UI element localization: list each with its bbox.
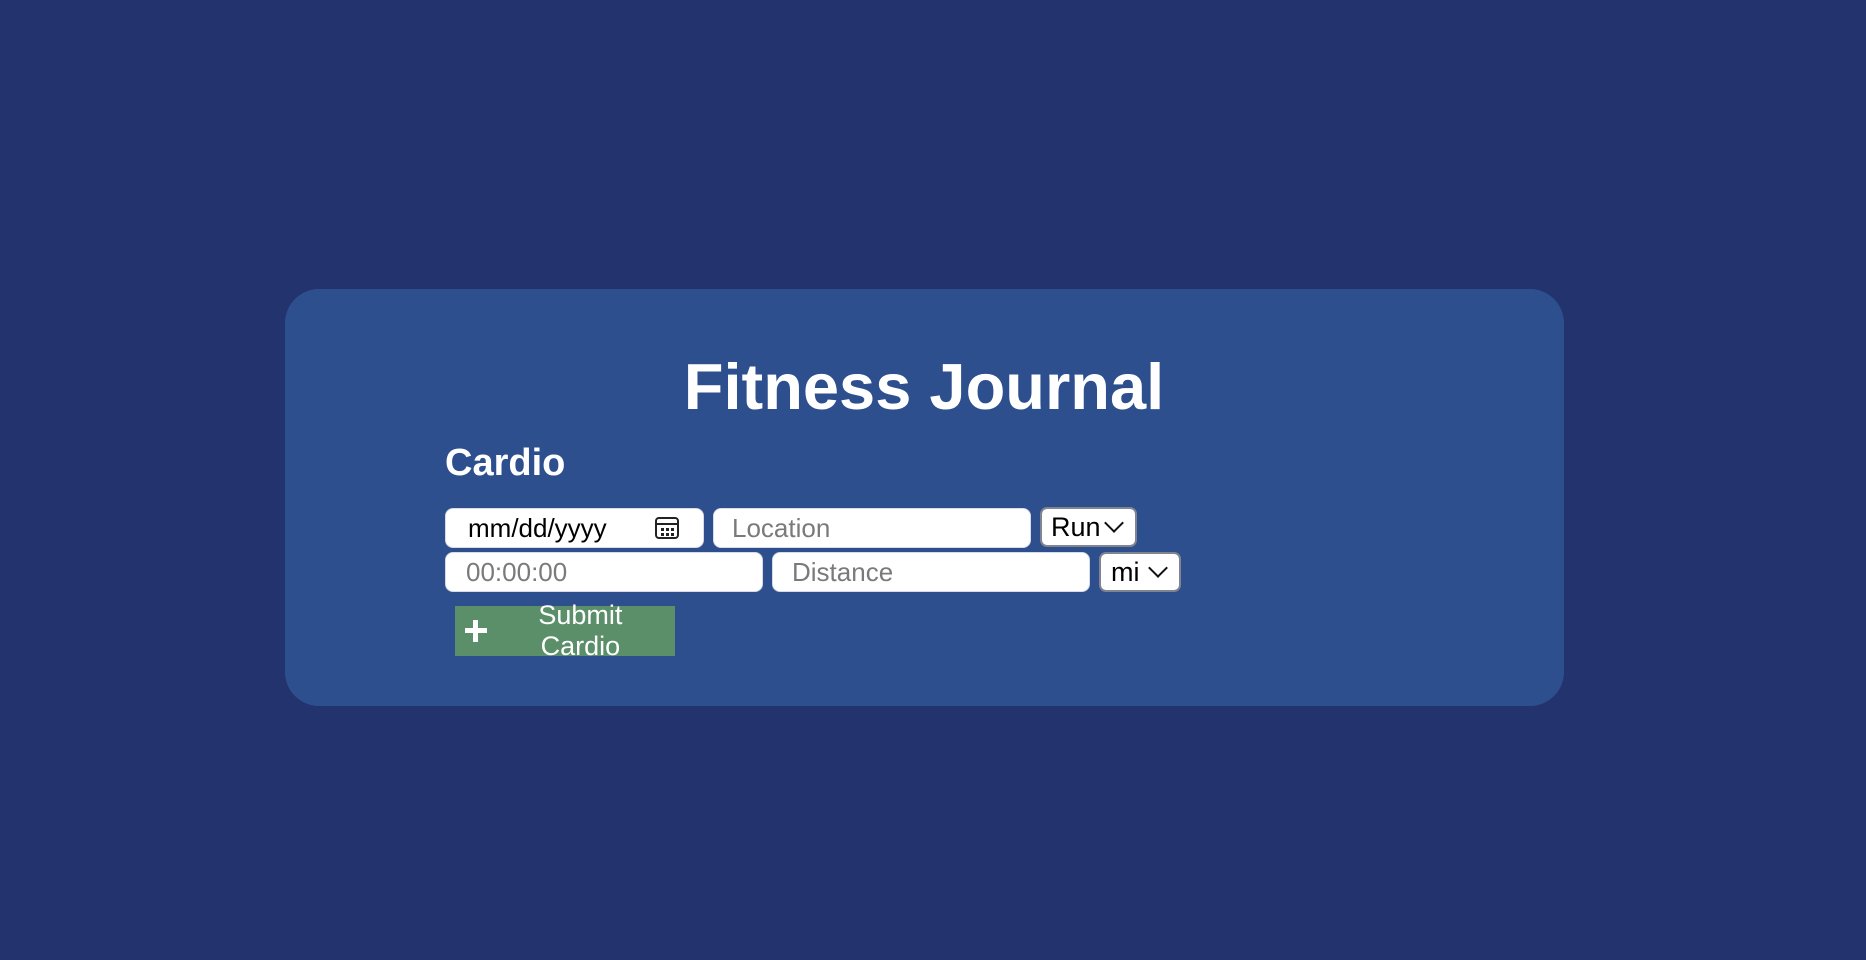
activity-select[interactable]: Run — [1040, 507, 1137, 547]
calendar-icon[interactable] — [655, 517, 679, 539]
plus-icon — [465, 620, 487, 642]
distance-input[interactable] — [772, 552, 1090, 592]
chevron-down-icon — [1104, 513, 1124, 533]
unit-select[interactable]: mi — [1099, 552, 1181, 592]
submit-cardio-button[interactable]: Submit Cardio — [455, 600, 675, 661]
duration-input[interactable] — [445, 552, 763, 592]
submit-cardio-label: Submit Cardio — [538, 600, 623, 661]
chevron-down-icon — [1148, 558, 1168, 578]
activity-select-value: Run — [1051, 511, 1101, 542]
date-input[interactable]: mm/dd/yyyy — [445, 508, 704, 548]
location-input[interactable] — [713, 508, 1031, 548]
unit-select-value: mi — [1111, 556, 1140, 587]
date-input-value: mm/dd/yyyy — [468, 512, 607, 543]
page-title: Fitness Journal — [683, 350, 1165, 423]
cardio-heading: Cardio — [445, 442, 566, 484]
